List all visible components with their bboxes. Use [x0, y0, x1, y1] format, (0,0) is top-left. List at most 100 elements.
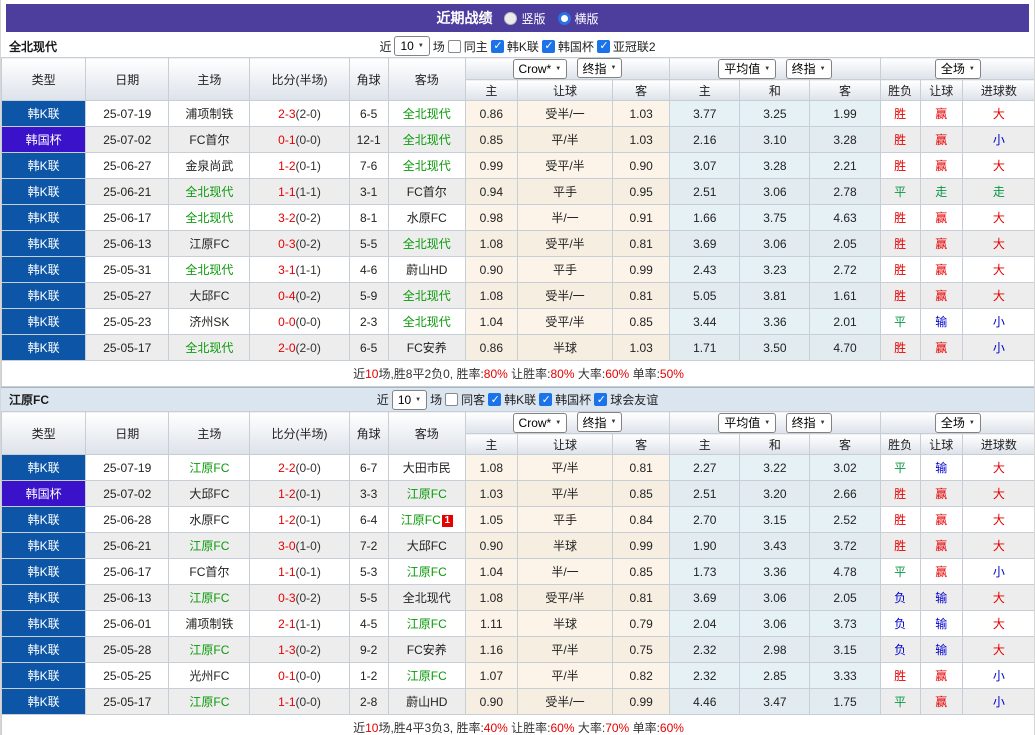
layout-option-horizontal[interactable]: 横版: [558, 10, 599, 27]
away-team: 江原FC: [388, 611, 465, 637]
away-team: 大田市民: [388, 455, 465, 481]
handicap-line: 平/半: [517, 127, 612, 153]
halftime-score: (1-1): [296, 617, 321, 631]
wdl-result: 胜: [880, 283, 920, 309]
home-odds: 0.85: [465, 127, 517, 153]
final-odds-select[interactable]: 终指: [577, 58, 623, 78]
home-team: 江原FC: [169, 455, 250, 481]
goals-result: 小: [962, 127, 1035, 153]
halftime-score: (0-0): [296, 695, 321, 709]
handicap-line: 受半/一: [517, 283, 612, 309]
avg-draw-odds: 3.23: [740, 257, 810, 283]
goals-result: 大: [962, 585, 1035, 611]
average-select[interactable]: 平均值: [718, 59, 776, 79]
avg-draw-odds: 3.15: [740, 507, 810, 533]
home-team: 全北现代: [169, 335, 250, 361]
summary-segment: 让胜率:: [508, 721, 551, 735]
handicap-result: 赢: [920, 507, 962, 533]
home-odds: 0.86: [465, 101, 517, 127]
league-type-badge: 韩K联: [2, 637, 86, 663]
avg-away-odds: 3.15: [810, 637, 880, 663]
wdl-result: 胜: [880, 205, 920, 231]
avg-home-odds: 3.69: [670, 585, 740, 611]
match-row: 韩K联25-06-27金泉尚武1-2(0-1)7-6全北现代0.99受平/半0.…: [2, 153, 1035, 179]
league-checkbox-cup[interactable]: [539, 393, 552, 406]
final-odds-select-2[interactable]: 终指: [786, 413, 832, 433]
match-date: 25-06-17: [86, 205, 169, 231]
bookmaker-select[interactable]: Crow*: [513, 413, 568, 433]
same-venue-checkbox[interactable]: [445, 393, 458, 406]
avg-draw-odds: 2.98: [740, 637, 810, 663]
radio-vertical-icon[interactable]: [504, 12, 517, 25]
same-venue-checkbox[interactable]: [448, 40, 461, 53]
away-team: FC安养: [388, 335, 465, 361]
home-odds: 1.08: [465, 455, 517, 481]
league-type-badge: 韩K联: [2, 153, 86, 179]
avg-away-odds: 2.05: [810, 585, 880, 611]
league-checkbox-acl[interactable]: [597, 40, 610, 53]
match-count-select[interactable]: 10: [392, 390, 427, 410]
handicap-result: 赢: [920, 335, 962, 361]
title-bar: 近期战绩 竖版 横版: [6, 4, 1029, 32]
league-checkbox-friendly[interactable]: [594, 393, 607, 406]
league-checkbox-kleague[interactable]: [491, 40, 504, 53]
home-team: 浦项制铁: [169, 101, 250, 127]
layout-option-vertical[interactable]: 竖版: [504, 10, 545, 27]
halftime-score: (0-1): [296, 565, 321, 579]
avg-draw-odds: 3.75: [740, 205, 810, 231]
summary-segment: 近: [353, 367, 365, 381]
avg-away-odds: 1.75: [810, 689, 880, 715]
match-date: 25-06-01: [86, 611, 169, 637]
league-checkbox-kleague[interactable]: [488, 393, 501, 406]
home-odds: 0.86: [465, 335, 517, 361]
bookmaker-select[interactable]: Crow*: [513, 59, 568, 79]
handicap-line: 受半/一: [517, 689, 612, 715]
radio-horizontal-icon[interactable]: [558, 12, 571, 25]
col-away: 客场: [388, 58, 465, 101]
corner-count: 5-9: [349, 283, 388, 309]
league-type-badge: 韩K联: [2, 283, 86, 309]
summary-segment: 60%: [551, 721, 575, 735]
league-label-acl: 亚冠联2: [613, 38, 656, 55]
fulltime-score: 1-2: [278, 159, 295, 173]
wdl-result: 胜: [880, 127, 920, 153]
col-type: 类型: [2, 58, 86, 101]
section-summary: 近10场,胜4平3负3, 胜率:40% 让胜率:60% 大率:70% 单率:60…: [2, 715, 1035, 735]
final-odds-select[interactable]: 终指: [577, 412, 623, 432]
home-team: 大邱FC: [169, 283, 250, 309]
match-score: 2-3(2-0): [250, 101, 349, 127]
col-type: 类型: [2, 412, 86, 455]
fulltime-score: 1-1: [278, 695, 295, 709]
match-count-select[interactable]: 10: [394, 36, 429, 56]
avg-home-odds: 3.69: [670, 231, 740, 257]
avg-away-odds: 3.72: [810, 533, 880, 559]
section-filter-bar: 全北现代 近 10 场 同主 韩K联 韩国杯 亚冠联2: [1, 35, 1034, 57]
match-score: 0-4(0-2): [250, 283, 349, 309]
fulltime-score: 1-1: [278, 185, 295, 199]
full-match-select[interactable]: 全场: [935, 59, 981, 79]
handicap-line: 平/半: [517, 481, 612, 507]
match-score: 1-1(0-0): [250, 689, 349, 715]
final-odds-select-2[interactable]: 终指: [786, 59, 832, 79]
fulltime-score: 0-1: [278, 669, 295, 683]
handicap-line: 平手: [517, 257, 612, 283]
average-select[interactable]: 平均值: [718, 413, 776, 433]
col-corner: 角球: [349, 58, 388, 101]
match-score: 2-2(0-0): [250, 455, 349, 481]
match-date: 25-06-21: [86, 533, 169, 559]
match-date: 25-06-13: [86, 585, 169, 611]
halftime-score: (0-1): [296, 487, 321, 501]
fulltime-score: 1-2: [278, 487, 295, 501]
handicap-result: 输: [920, 611, 962, 637]
away-team: 大邱FC: [388, 533, 465, 559]
away-team: 全北现代: [388, 153, 465, 179]
summary-segment: 场,胜8平2负0, 胜率:: [378, 367, 483, 381]
avg-draw-odds: 3.43: [740, 533, 810, 559]
avg-draw-odds: 3.10: [740, 127, 810, 153]
match-row: 韩K联25-06-17全北现代3-2(0-2)8-1水原FC0.98半/一0.9…: [2, 205, 1035, 231]
corner-count: 4-6: [349, 257, 388, 283]
away-team: FC安养: [388, 637, 465, 663]
full-match-select[interactable]: 全场: [935, 413, 981, 433]
league-checkbox-cup[interactable]: [542, 40, 555, 53]
match-score: 3-1(1-1): [250, 257, 349, 283]
